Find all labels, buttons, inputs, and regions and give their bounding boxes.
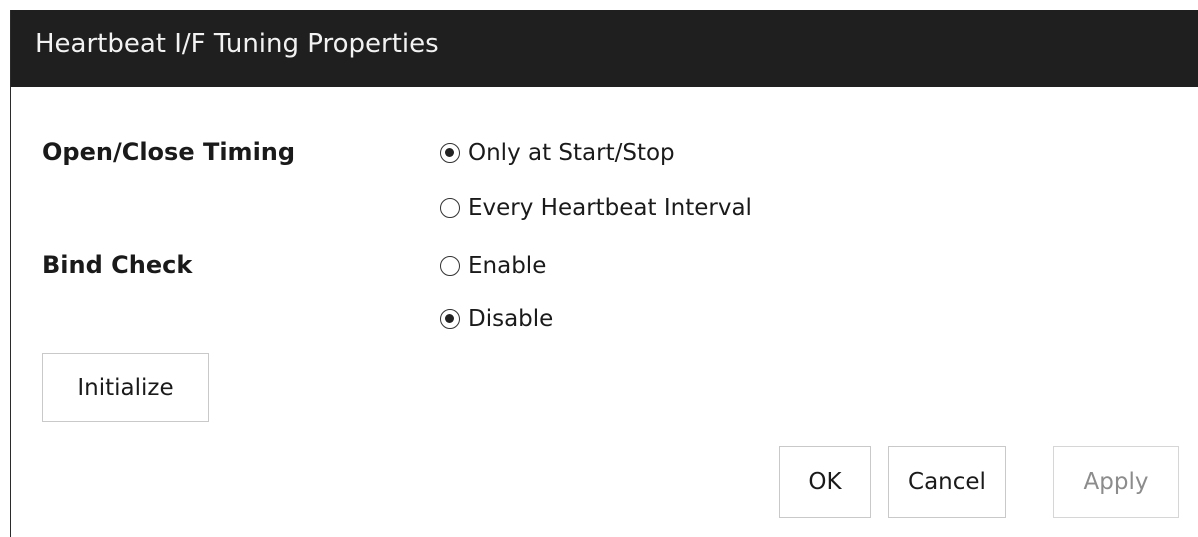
bind-check-label: Bind Check <box>42 251 193 279</box>
ok-button[interactable]: OK <box>779 446 871 518</box>
radio-button-icon[interactable] <box>440 309 460 329</box>
open-close-timing-label: Open/Close Timing <box>42 138 296 166</box>
dialog-title: Heartbeat I/F Tuning Properties <box>35 29 439 59</box>
radio-label-every-heartbeat-interval: Every Heartbeat Interval <box>468 195 752 221</box>
radio-only-at-start-stop[interactable]: Only at Start/Stop <box>440 136 675 170</box>
cancel-button[interactable]: Cancel <box>888 446 1006 518</box>
dialog-title-bar: Heartbeat I/F Tuning Properties <box>11 10 1198 87</box>
initialize-button[interactable]: Initialize <box>42 353 209 422</box>
radio-disable[interactable]: Disable <box>440 302 553 336</box>
radio-button-icon[interactable] <box>440 256 460 276</box>
radio-button-icon[interactable] <box>440 198 460 218</box>
apply-button[interactable]: Apply <box>1053 446 1179 518</box>
tuning-properties-dialog: Heartbeat I/F Tuning Properties Open/Clo… <box>10 10 1198 537</box>
radio-button-icon[interactable] <box>440 143 460 163</box>
radio-label-only-at-start-stop: Only at Start/Stop <box>468 140 675 166</box>
radio-label-disable: Disable <box>468 306 554 332</box>
radio-label-enable: Enable <box>468 253 547 279</box>
radio-every-heartbeat-interval[interactable]: Every Heartbeat Interval <box>440 191 752 225</box>
radio-enable[interactable]: Enable <box>440 249 546 283</box>
